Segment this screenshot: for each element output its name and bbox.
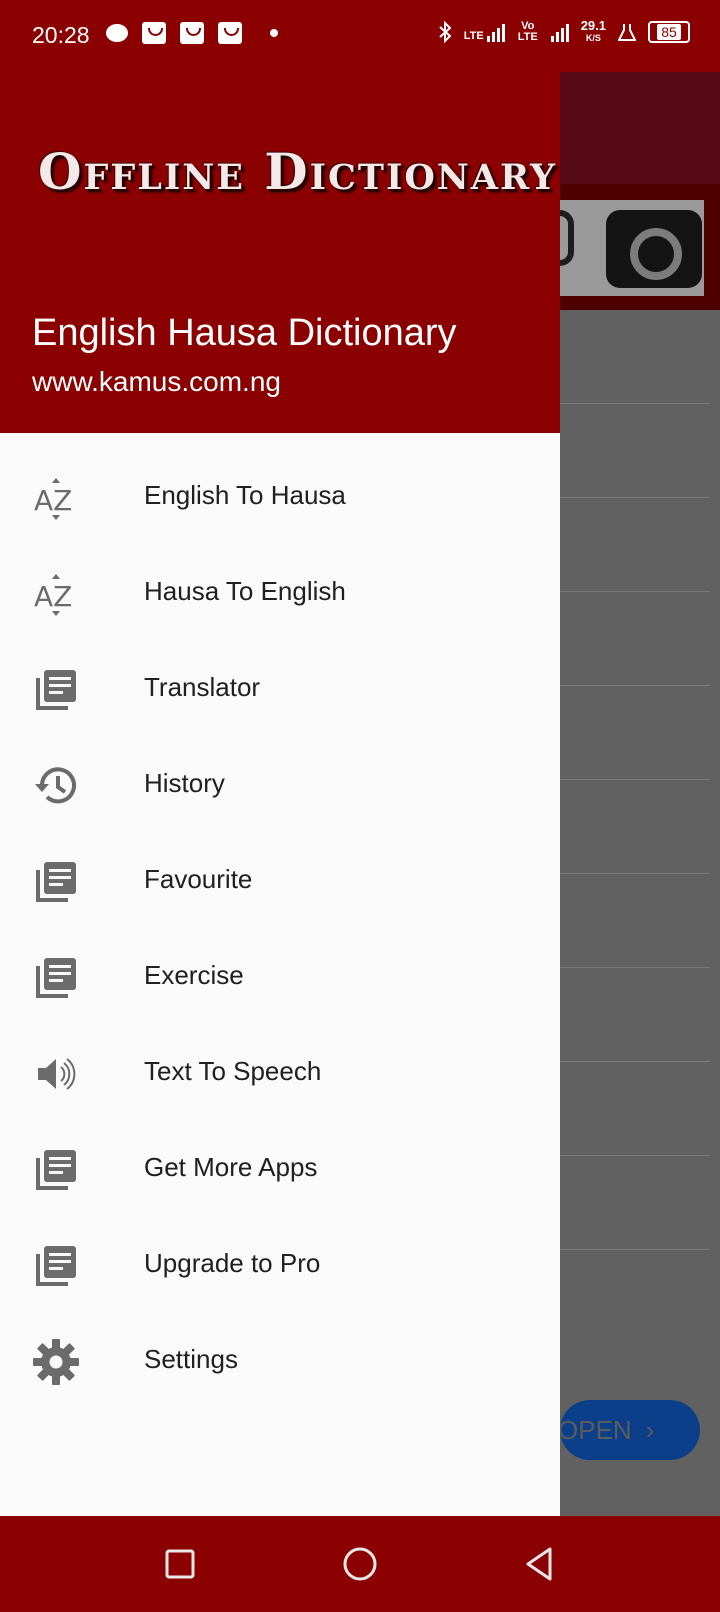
svg-text:AZ: AZ [34, 484, 72, 517]
lte-signal-icon: LTE [464, 22, 505, 42]
menu-label: Settings [144, 1344, 238, 1374]
list-item [560, 498, 710, 592]
list-item [560, 310, 710, 404]
volte-label: Vo LTE [517, 20, 538, 43]
navigation-drawer: Offline Dictionary English Hausa Diction… [0, 0, 560, 1516]
menu-label: Upgrade to Pro [144, 1248, 321, 1278]
app-name: English Hausa Dictionary [32, 312, 457, 354]
chevron-right-icon: › [645, 1414, 655, 1445]
chat-notification-icon [106, 24, 128, 42]
shop-notification-icon [218, 22, 242, 44]
shop-notification-icon [142, 22, 166, 44]
list-item [560, 968, 710, 1062]
menu-label: Exercise [144, 960, 244, 990]
library-books-icon [36, 670, 76, 710]
menu-item-upgrade-to-pro[interactable]: Upgrade to Pro [0, 1218, 560, 1314]
list-item [560, 1156, 710, 1250]
menu-item-english-to-hausa[interactable]: AZ English To Hausa [0, 450, 560, 546]
menu-item-text-to-speech[interactable]: Text To Speech [0, 1026, 560, 1122]
library-books-icon [36, 1150, 76, 1190]
menu-item-settings[interactable]: Settings [0, 1314, 560, 1410]
more-notifications-dot-icon [270, 29, 278, 37]
library-books-icon [36, 1246, 76, 1286]
battery-level: 85 [657, 24, 681, 40]
notification-icons [106, 22, 278, 44]
ad-open-button: OPEN › [558, 1400, 700, 1460]
battery-icon: 85 [648, 21, 690, 43]
net-speed-unit: K/S [585, 33, 601, 43]
flask-icon [618, 24, 636, 41]
bluetooth-icon [439, 21, 452, 43]
ad-open-label: OPEN [558, 1414, 632, 1445]
system-nav-bar [0, 1516, 720, 1612]
library-books-icon [36, 862, 76, 902]
shop-notification-icon [180, 22, 204, 44]
history-icon [35, 767, 76, 804]
library-books-icon [36, 958, 76, 998]
status-bar: 20:28 LTE Vo LTE 29.1 K/S 85 [0, 0, 720, 72]
list-item [560, 1062, 710, 1156]
menu-label: History [144, 768, 225, 798]
status-right-icons: LTE Vo LTE 29.1 K/S 85 [438, 18, 690, 44]
background-word-list [560, 310, 710, 1250]
screen: 20:28 LTE Vo LTE 29.1 K/S 85 OPEN › Offl… [0, 0, 720, 1612]
list-item [560, 404, 710, 498]
menu-label: English To Hausa [144, 480, 346, 510]
volume-icon [38, 1058, 76, 1090]
svg-text:AZ: AZ [34, 580, 72, 613]
menu-label: Favourite [144, 864, 253, 894]
home-button[interactable] [340, 1544, 380, 1584]
recents-button[interactable] [160, 1544, 200, 1584]
menu-item-get-more-apps[interactable]: Get More Apps [0, 1122, 560, 1218]
menu-item-exercise[interactable]: Exercise [0, 930, 560, 1026]
menu-label: Get More Apps [144, 1152, 318, 1182]
az-sort-icon: AZ [34, 574, 72, 616]
status-time: 20:28 [32, 22, 90, 48]
back-button[interactable] [520, 1544, 560, 1584]
drawer-menu: AZ English To Hausa AZ Hausa To English [0, 450, 560, 1410]
lte-label: LTE [463, 30, 484, 42]
list-item [560, 874, 710, 968]
gear-icon [33, 1339, 79, 1385]
menu-item-hausa-to-english[interactable]: AZ Hausa To English [0, 546, 560, 642]
menu-label: Hausa To English [144, 576, 346, 606]
net-speed-value: 29.1 [580, 18, 606, 33]
list-item [560, 780, 710, 874]
menu-item-translator[interactable]: Translator [0, 642, 560, 738]
menu-label: Text To Speech [144, 1056, 322, 1086]
az-sort-icon: AZ [34, 478, 72, 520]
menu-item-history[interactable]: History [0, 738, 560, 834]
list-item [560, 592, 710, 686]
app-website: www.kamus.com.ng [32, 366, 281, 397]
menu-item-favourite[interactable]: Favourite [0, 834, 560, 930]
cell-signal-icon [550, 22, 569, 42]
list-item [560, 686, 710, 780]
app-logo: Offline Dictionary [38, 142, 557, 201]
net-speed: 29.1 K/S [580, 18, 606, 44]
camera-icon [606, 210, 702, 288]
menu-label: Translator [144, 672, 261, 702]
